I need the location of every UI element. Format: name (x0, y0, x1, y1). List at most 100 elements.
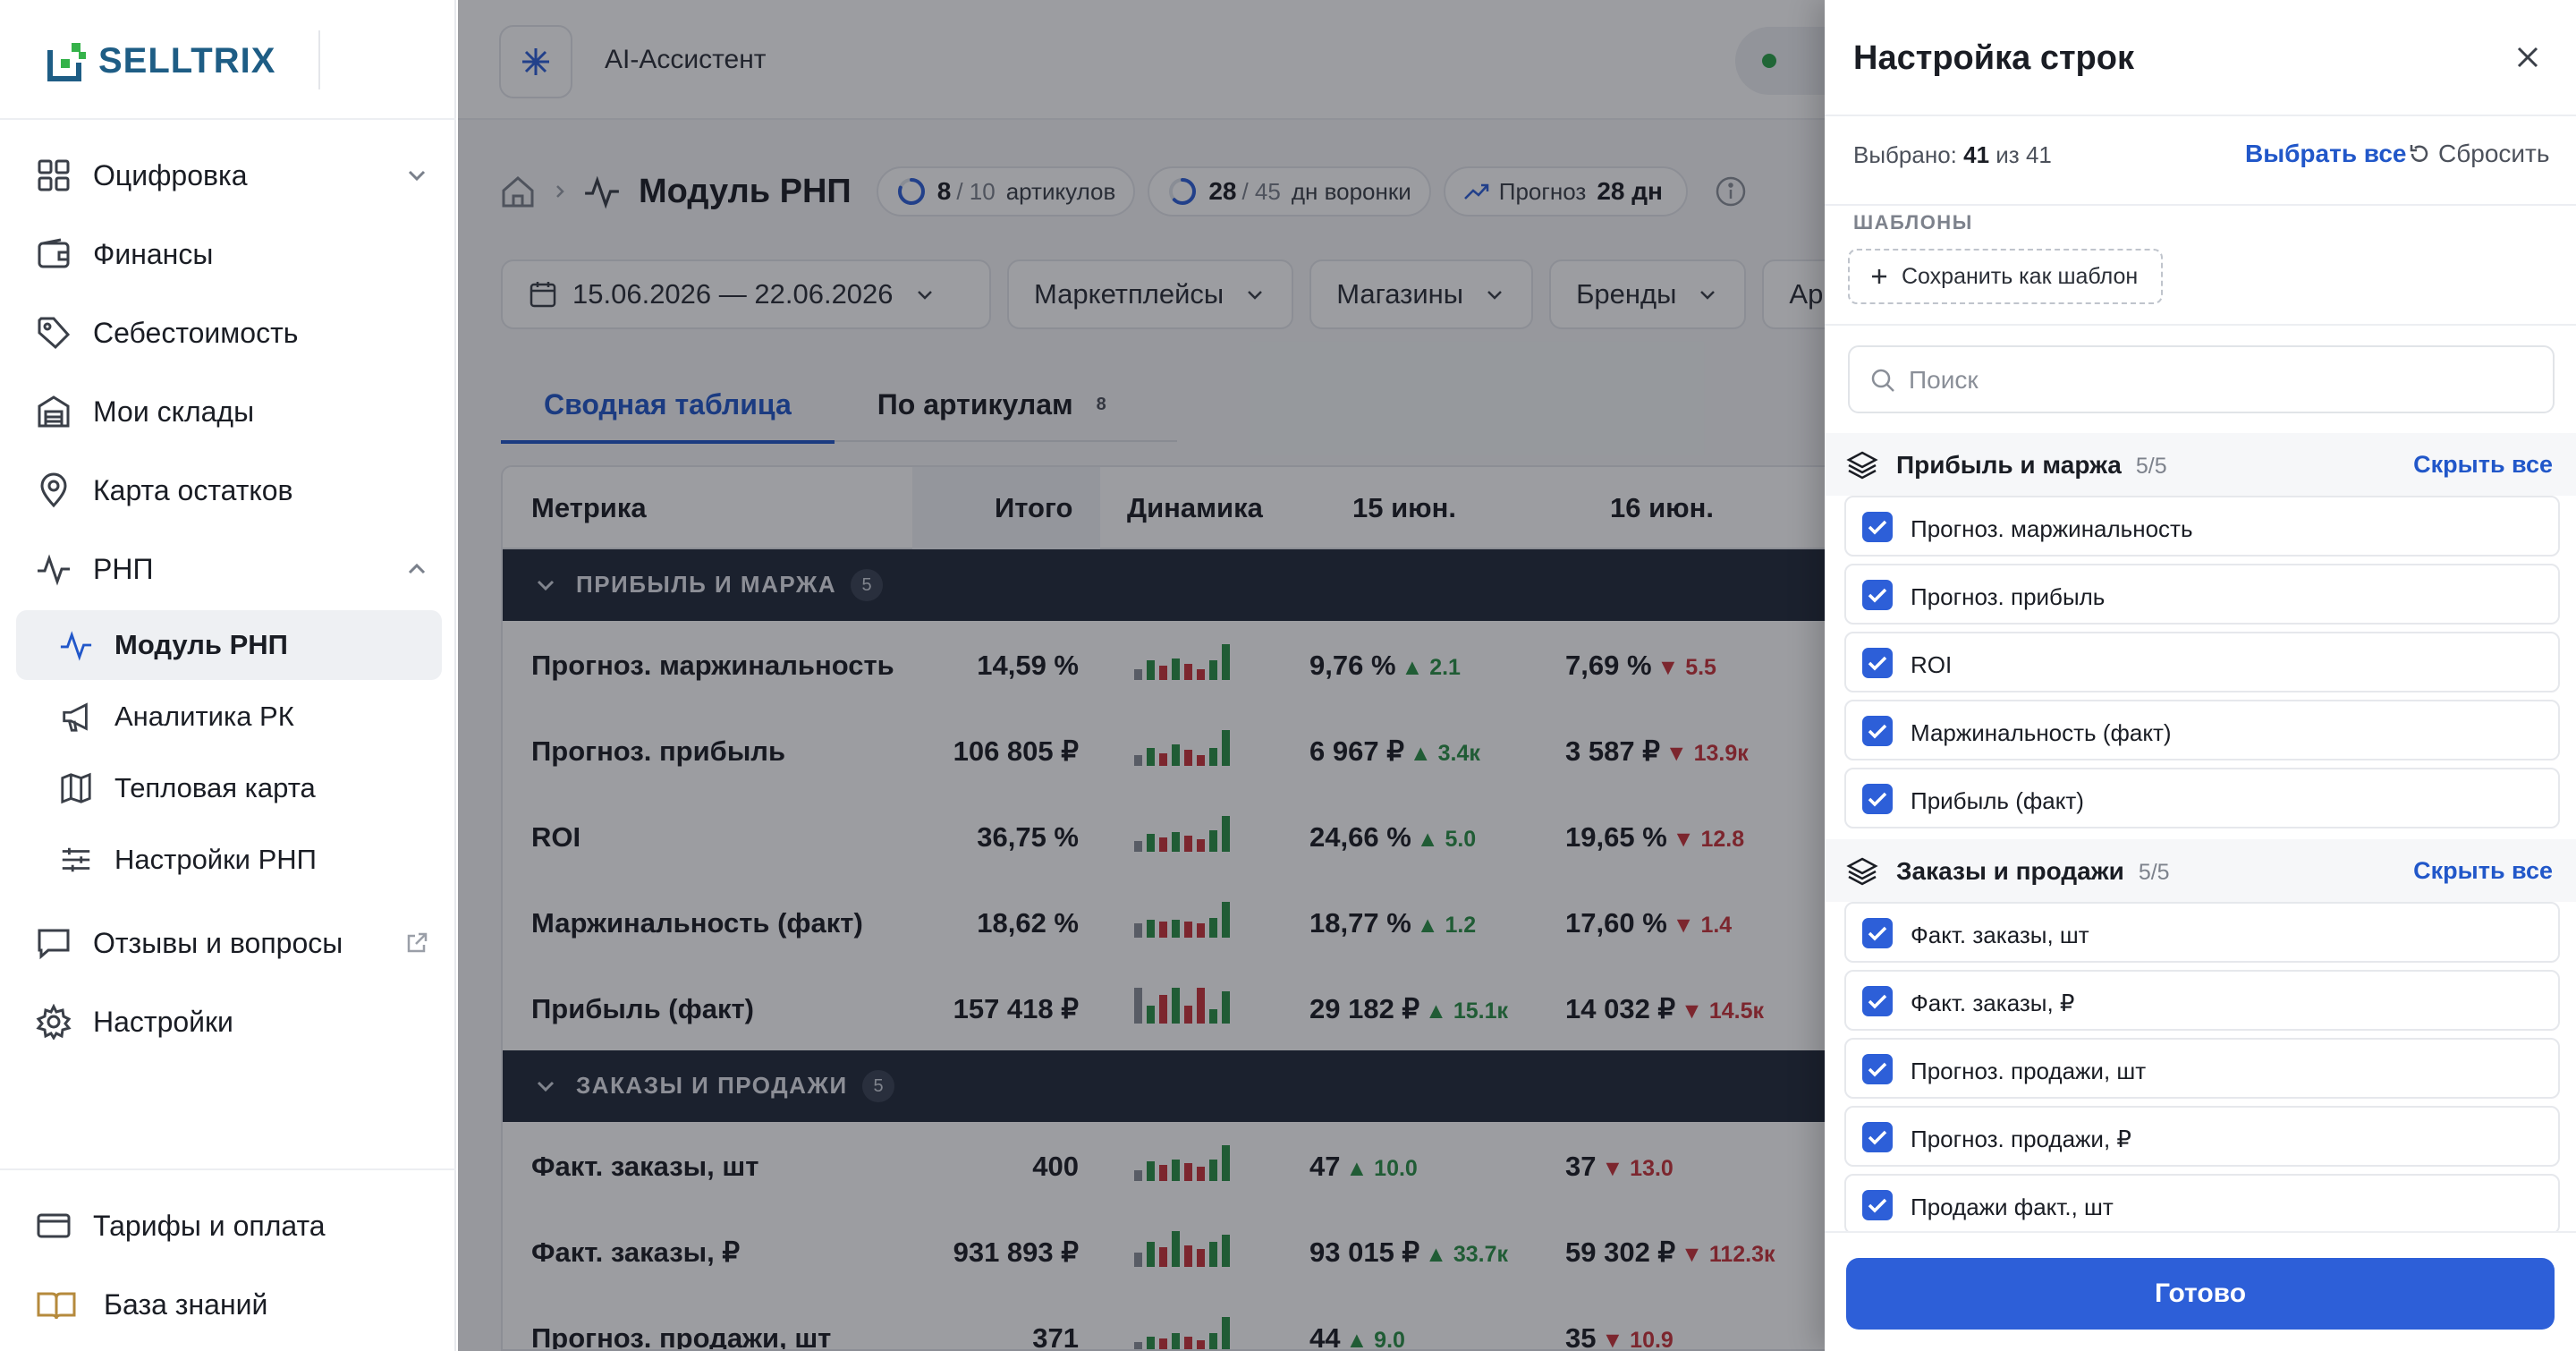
selected-count: Выбрано: 41 из 41 (1853, 141, 2052, 169)
sidebar-item-label: РНП (93, 552, 154, 585)
option-label: Прогноз. продажи, шт (1911, 1058, 2147, 1084)
search-field[interactable] (1848, 345, 2555, 413)
section-count: 5/5 (2138, 860, 2170, 885)
sidebar-item-billing[interactable]: Тарифы и оплата (0, 1190, 456, 1262)
checkbox[interactable] (1862, 1054, 1893, 1084)
save-template-label: Сохранить как шаблон (1902, 263, 2139, 289)
sidebar-item-label: База знаний (104, 1287, 268, 1321)
message-icon (38, 929, 70, 960)
row-option[interactable]: Прогноз. маржинальность (1844, 496, 2560, 557)
check-icon (1868, 792, 1887, 807)
save-template-button[interactable]: Сохранить как шаблон (1848, 249, 2163, 304)
sidebar-item-warehouses[interactable]: Мои склады (0, 376, 456, 447)
sidebar-subitem-label: Тепловая карта (114, 772, 316, 803)
rows-options-list[interactable]: Прибыль и маржа 5/5 Скрыть все Прогноз. м… (1825, 433, 2576, 1231)
selected-value: 41 (1963, 141, 1990, 168)
pulse-icon (60, 631, 92, 661)
logo-mark-icon (47, 43, 86, 81)
check-icon (1868, 1062, 1887, 1077)
checkbox[interactable] (1862, 648, 1893, 678)
map-pin-icon (40, 472, 67, 508)
section-title: Заказы и продажи 5/5 (1896, 857, 2170, 886)
warehouse-icon (38, 395, 70, 428)
checkbox[interactable] (1862, 580, 1893, 610)
row-option[interactable]: Маржинальность (факт) (1844, 700, 2560, 760)
option-label: Прогноз. маржинальность (1911, 515, 2193, 542)
sidebar-item-knowledge-base[interactable]: База знаний (0, 1269, 456, 1340)
sidebar-subitem-label: Настройки РНП (114, 844, 317, 875)
templates-label: ШАБЛОНЫ (1853, 211, 1973, 234)
section-header: Заказы и продажи 5/5 Скрыть все (1825, 839, 2576, 902)
sidebar-item-label: Мои склады (93, 395, 255, 428)
sidebar-subitem-rnp-settings[interactable]: Настройки РНП (16, 825, 442, 895)
sidebar-item-label: Себестоимость (93, 316, 299, 349)
sidebar-item-label: Карта остатков (93, 473, 293, 506)
sidebar-item-settings[interactable]: Настройки (0, 986, 456, 1058)
check-icon (1868, 656, 1887, 671)
row-option[interactable]: Прогноз. продажи, ₽ (1844, 1106, 2560, 1167)
section-name: Заказы и продажи (1896, 857, 2124, 885)
hide-all-link[interactable]: Скрыть все (2413, 451, 2553, 479)
gear-icon (36, 1004, 72, 1040)
search-input[interactable] (1909, 360, 2535, 401)
divider (318, 30, 320, 89)
wallet-icon (38, 238, 70, 268)
option-label: Прибыль (факт) (1911, 787, 2084, 814)
selected-prefix: Выбрано: (1853, 141, 1957, 168)
selected-of: из 41 (1996, 141, 2052, 168)
book-icon (37, 1292, 76, 1320)
sidebar-item-label: Оцифровка (93, 158, 248, 191)
sidebar-item-cost[interactable]: Себестоимость (0, 297, 456, 369)
megaphone-icon (63, 702, 88, 732)
sidebar-subitem-ads-analytics[interactable]: Аналитика РК (16, 682, 442, 752)
sidebar-item-stock-map[interactable]: Карта остатков (0, 455, 456, 526)
option-label: Прогноз. прибыль (1911, 583, 2106, 610)
sidebar-subitem-heatmap[interactable]: Тепловая карта (16, 753, 442, 823)
option-label: ROI (1911, 651, 1953, 678)
logo-text: SELLTRIX (98, 40, 276, 81)
checkbox[interactable] (1862, 784, 1893, 814)
sidebar-item-rnp[interactable]: РНП (0, 533, 456, 605)
checkbox[interactable] (1862, 918, 1893, 948)
sidebar-item-finance[interactable]: Финансы (0, 218, 456, 290)
row-option[interactable]: Прибыль (факт) (1844, 768, 2560, 828)
sliders-icon (62, 847, 90, 872)
row-option[interactable]: Продажи факт., шт (1844, 1174, 2560, 1231)
hide-all-link[interactable]: Скрыть все (2413, 857, 2553, 885)
checkbox[interactable] (1862, 716, 1893, 746)
checkbox[interactable] (1862, 986, 1893, 1016)
drawer-header: Настройка строк (1825, 0, 2576, 116)
drawer-footer: Готово (1825, 1231, 2576, 1351)
check-icon (1868, 724, 1887, 739)
logo[interactable]: SELLTRIX (47, 39, 275, 82)
sidebar-item-label: Отзывы и вопросы (93, 926, 343, 959)
option-label: Продажи факт., шт (1911, 1194, 2114, 1220)
checkbox[interactable] (1862, 1122, 1893, 1152)
external-link-icon (407, 932, 428, 953)
section-count: 5/5 (2135, 454, 2167, 479)
tag-icon (38, 317, 71, 350)
sidebar-item-digitization[interactable]: Оцифровка (0, 140, 456, 211)
sidebar-subitem-rnp-module[interactable]: Модуль РНП (16, 610, 442, 680)
search-icon (1871, 369, 1894, 392)
close-icon[interactable] (2512, 41, 2544, 73)
row-option[interactable]: Прогноз. продажи, шт (1844, 1038, 2560, 1099)
row-option[interactable]: ROI (1844, 632, 2560, 692)
pulse-icon (38, 554, 70, 586)
row-option[interactable]: Прогноз. прибыль (1844, 564, 2560, 625)
select-all-link[interactable]: Выбрать все (2245, 140, 2406, 168)
checkbox[interactable] (1862, 1190, 1893, 1220)
checkbox[interactable] (1862, 512, 1893, 542)
check-icon (1868, 926, 1887, 941)
reset-label: Сбросить (2438, 140, 2550, 167)
section-name: Прибыль и маржа (1896, 451, 2122, 479)
reset-button[interactable]: Сбросить (2408, 140, 2549, 168)
row-option[interactable]: Факт. заказы, ₽ (1844, 970, 2560, 1031)
done-button[interactable]: Готово (1846, 1258, 2555, 1330)
grid-icon (38, 159, 70, 191)
sidebar-bottom: Тарифы и оплата База знаний (0, 1168, 456, 1321)
row-option[interactable]: Факт. заказы, шт (1844, 902, 2560, 963)
sidebar-item-label: Финансы (93, 237, 214, 270)
sidebar-item-reviews[interactable]: Отзывы и вопросы (0, 907, 456, 979)
sidebar-subitem-label: Модуль РНП (114, 629, 288, 660)
